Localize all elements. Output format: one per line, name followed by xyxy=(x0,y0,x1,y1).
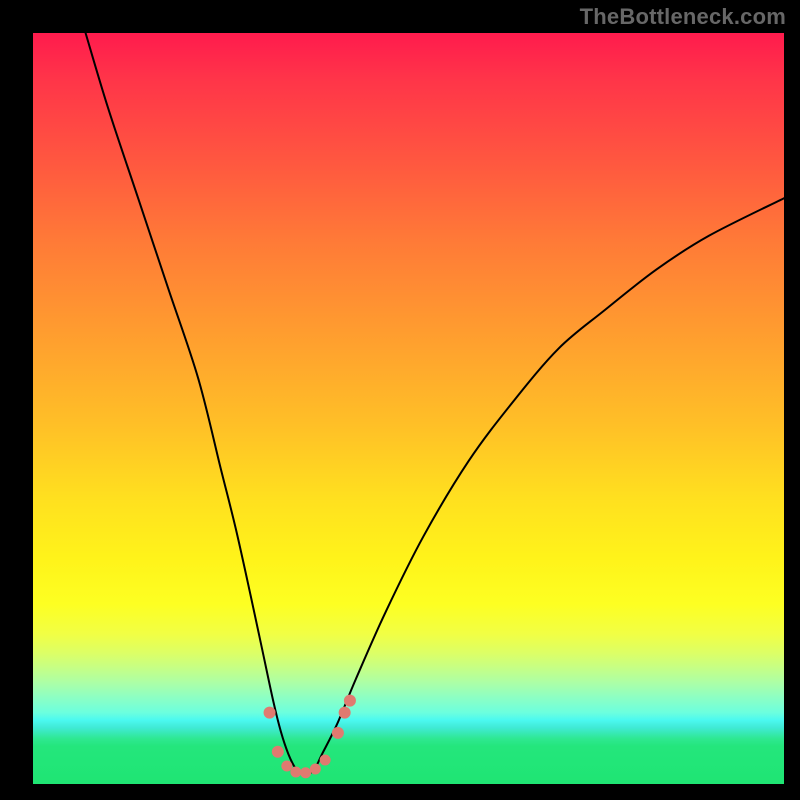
curve-marker xyxy=(332,727,344,739)
curve-marker xyxy=(281,760,292,771)
curve-markers xyxy=(264,695,356,779)
watermark-text: TheBottleneck.com xyxy=(580,4,786,30)
curve-marker xyxy=(272,746,284,758)
curve-marker xyxy=(344,695,356,707)
curve-marker xyxy=(264,707,276,719)
bottleneck-curve xyxy=(86,33,784,775)
chart-frame: TheBottleneck.com xyxy=(0,0,800,800)
chart-svg xyxy=(33,33,784,784)
curve-marker xyxy=(310,763,321,774)
curve-marker xyxy=(339,707,351,719)
plot-area xyxy=(33,33,784,784)
curve-marker xyxy=(320,754,331,765)
curve-marker xyxy=(290,766,301,777)
curve-marker xyxy=(300,767,311,778)
